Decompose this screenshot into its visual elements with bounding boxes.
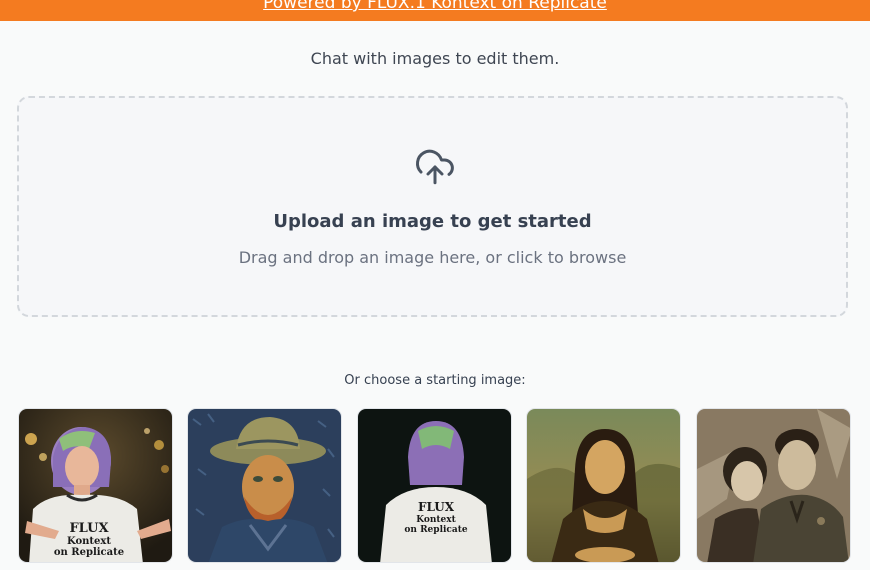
example-image-woman-back[interactable]: FLUX Kontext on Replicate bbox=[357, 408, 512, 563]
example-images-label: Or choose a starting image: bbox=[344, 373, 526, 388]
upload-dropzone[interactable]: Upload an image to get started Drag and … bbox=[17, 96, 848, 317]
mona-lisa-picture bbox=[527, 409, 680, 562]
shirt-text-line-2: Kontext bbox=[67, 536, 111, 547]
powered-by-link[interactable]: Powered by FLUX.1 Kontext on Replicate bbox=[0, 0, 870, 14]
example-images-row: FLUX Kontext on Replicate FLUX Kontext o… bbox=[18, 408, 852, 564]
top-banner: Powered by FLUX.1 Kontext on Replicate bbox=[0, 0, 870, 21]
example-image-purple-hair-woman[interactable]: FLUX Kontext on Replicate bbox=[18, 408, 173, 563]
shirt-text-line-1: FLUX bbox=[69, 521, 109, 536]
upload-title: Upload an image to get started bbox=[273, 211, 592, 232]
intro-text: Chat with images to edit them. bbox=[310, 49, 560, 68]
woman-back-picture: FLUX Kontext on Replicate bbox=[358, 409, 511, 562]
van-gogh-picture bbox=[188, 409, 341, 562]
purple-hair-woman-picture: FLUX Kontext on Replicate bbox=[19, 409, 172, 562]
example-image-mona-lisa[interactable] bbox=[526, 408, 681, 563]
shirt-text-line-2: Kontext bbox=[416, 515, 456, 525]
shirt-text-line-1: FLUX bbox=[418, 500, 455, 514]
shirt-text-line-3: on Replicate bbox=[54, 547, 124, 558]
shirt-text-line-3: on Replicate bbox=[404, 525, 467, 535]
cloud-upload-icon bbox=[416, 149, 454, 185]
example-image-vintage-couple[interactable] bbox=[696, 408, 851, 563]
example-image-van-gogh[interactable] bbox=[187, 408, 342, 563]
upload-subtitle: Drag and drop an image here, or click to… bbox=[238, 248, 627, 267]
vintage-couple-picture bbox=[697, 409, 850, 562]
